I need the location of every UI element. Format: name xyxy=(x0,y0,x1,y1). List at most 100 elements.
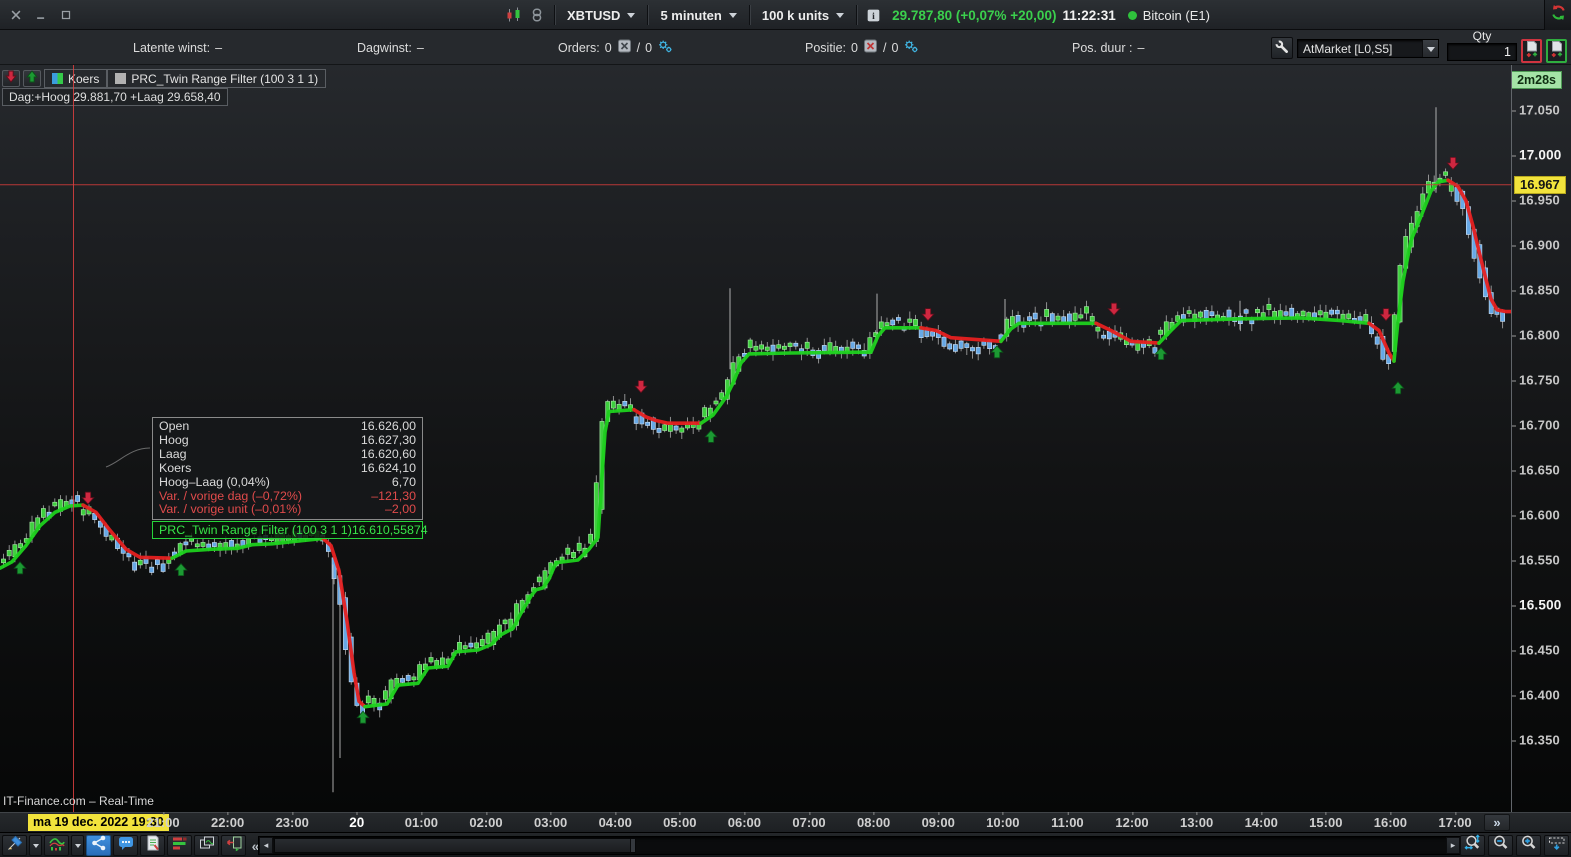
detach-tool-button[interactable] xyxy=(221,835,246,856)
position-duration-value: – xyxy=(1137,40,1145,55)
indicator-tab-icon xyxy=(115,73,127,84)
svg-text:i: i xyxy=(872,11,875,22)
day-range-label: Dag:+Hoog 29.881,70 +Laag 29.658,40 xyxy=(2,88,228,106)
divider xyxy=(647,5,649,25)
time-axis-label: 17:00 xyxy=(1438,812,1472,830)
scroll-forward-button[interactable]: » xyxy=(1484,814,1510,831)
chat-tool-button[interactable] xyxy=(113,835,138,856)
draw-tool-dropdown[interactable] xyxy=(29,835,42,856)
time-axis-label: 08:00 xyxy=(856,812,891,830)
detach-tool-icon xyxy=(225,834,243,857)
scrollbar-thumb[interactable] xyxy=(274,838,636,853)
tooltip-row: Koers 16.624,10 xyxy=(153,460,422,476)
scroll-right-arrow[interactable]: ▸ xyxy=(1446,837,1460,854)
quantity-input[interactable] xyxy=(1447,43,1517,61)
slash: / xyxy=(636,40,641,55)
refresh-button[interactable] xyxy=(1544,0,1571,30)
minimize-icon[interactable] xyxy=(33,7,49,23)
draw-tool-button[interactable] xyxy=(2,835,27,856)
tooltip-label: Var. / vorige dag (–0,72%) xyxy=(159,488,303,503)
time-axis-label: 12:00 xyxy=(1115,812,1149,830)
time-axis-label: 06:00 xyxy=(727,812,762,830)
scrollbar-grip[interactable] xyxy=(630,839,635,852)
price-axis-label: 16.750 xyxy=(1512,372,1560,388)
symbol-dropdown[interactable]: XBTUSD xyxy=(561,0,641,30)
time-axis-label: 23:00 xyxy=(275,812,309,830)
price-axis-label: 16.500 xyxy=(1512,597,1562,613)
order-settings-button[interactable] xyxy=(1271,37,1293,59)
trading-app-window: XBTUSD 5 minuten 100 k units i 29.787,80… xyxy=(0,0,1571,857)
units-dropdown[interactable]: 100 k units xyxy=(756,0,850,30)
position-settings-icon[interactable] xyxy=(903,38,919,57)
orders-open-count: 0 xyxy=(604,40,612,55)
position-status: Positie: 0 / 0 xyxy=(805,30,919,65)
tooltip-row: Hoog–Laag (0,04%) 6,70 xyxy=(153,475,422,490)
price-axis[interactable]: 17.050 17.000 16.950 16.900 16.850 16.800 16.7… xyxy=(1511,65,1571,812)
units-label: 100 k units xyxy=(761,7,830,23)
last-price-change: 29.787,80 (+0,07% +20,00) xyxy=(892,7,1057,23)
zoom-out-icon xyxy=(1492,834,1510,857)
scroll-left-arrow[interactable]: ◂ xyxy=(259,837,273,854)
indicator-tool-icon xyxy=(48,834,66,857)
zoom-in-icon xyxy=(1520,834,1538,857)
candlestick-icon xyxy=(505,6,523,24)
time-axis-label: 07:00 xyxy=(792,812,826,830)
price-axis-label: 16.350 xyxy=(1512,732,1560,748)
chart-tabs: Koers PRC_Twin Range Filter (100 3 1 1) xyxy=(2,69,327,88)
current-price-badge: 16.967 xyxy=(1514,175,1566,194)
tooltip-label: Var. / vorige unit (–0,01%) xyxy=(159,502,302,517)
indicator-tool-button[interactable] xyxy=(44,835,69,856)
tooltip-value: 16.624,10 xyxy=(360,460,416,475)
top-bar: XBTUSD 5 minuten 100 k units i 29.787,80… xyxy=(0,0,1571,30)
link-icon[interactable] xyxy=(529,6,545,24)
indicator-value: 16.610,55874 xyxy=(351,523,428,537)
candle-width-button[interactable] xyxy=(1544,835,1569,856)
horizontal-scrollbar[interactable]: ◂ ▸ xyxy=(258,836,1461,855)
tab-container: Koers PRC_Twin Range Filter (100 3 1 1) xyxy=(44,69,327,88)
tooltip-row: Open 16.626,00 xyxy=(153,419,422,434)
order-type-select[interactable]: AtMarket [L0,S5] xyxy=(1297,39,1439,58)
sell-marker-button[interactable] xyxy=(2,70,20,87)
windows-tool-icon xyxy=(198,834,216,857)
tab-koers[interactable]: Koers xyxy=(44,69,108,88)
time-axis[interactable]: ma 19 dec. 2022 19:30 » 21:00 22:00 23:00 2… xyxy=(0,812,1571,832)
tab-label: PRC_Twin Range Filter (100 3 1 1) xyxy=(131,71,319,86)
info-icon[interactable]: i xyxy=(866,8,881,23)
chevron-down-icon[interactable] xyxy=(1422,40,1438,57)
indicator-name: PRC_Twin Range Filter (100 3 1 1) xyxy=(159,523,352,537)
price-axis-label: 16.550 xyxy=(1512,552,1560,568)
buy-marker-button[interactable] xyxy=(23,69,41,87)
zoom-out-button[interactable] xyxy=(1488,835,1513,856)
chat-tool-icon xyxy=(117,834,135,857)
time-axis-label: 15:00 xyxy=(1309,812,1343,830)
maximize-icon[interactable] xyxy=(58,7,74,23)
indicator-tool-dropdown[interactable] xyxy=(71,835,84,856)
news-tool-button[interactable] xyxy=(140,835,165,856)
zoom-in-button[interactable] xyxy=(1516,835,1541,856)
crosshair-vertical-line xyxy=(73,65,74,812)
price-axis-label: 16.650 xyxy=(1512,462,1560,478)
tooltip-label: Laag xyxy=(159,446,187,461)
timeframe-dropdown[interactable]: 5 minuten xyxy=(654,0,742,30)
share-tool-button[interactable] xyxy=(86,835,111,856)
close-position-icon[interactable] xyxy=(863,38,878,57)
windows-tool-button[interactable] xyxy=(194,835,219,856)
orders-tool-button[interactable] xyxy=(167,835,192,856)
price-axis-label: 16.450 xyxy=(1512,642,1560,658)
tab-indicator[interactable]: PRC_Twin Range Filter (100 3 1 1) xyxy=(107,69,327,88)
time-axis-label: 13:00 xyxy=(1179,812,1214,830)
buy-order-button[interactable] xyxy=(1546,39,1567,63)
cancel-orders-icon[interactable] xyxy=(617,38,632,57)
tooltip-value: 16.627,30 xyxy=(360,432,416,447)
position-duration-label: Pos. duur : xyxy=(1072,40,1133,55)
zoom-pan-button[interactable] xyxy=(1460,834,1485,856)
trading-bar: Latente winst: – Dagwinst: – Orders: 0 /… xyxy=(0,29,1571,65)
orders-settings-icon[interactable] xyxy=(657,38,673,57)
day-profit: Dagwinst: – xyxy=(357,30,424,65)
close-icon[interactable] xyxy=(8,7,24,23)
latent-profit-label: Latente winst: xyxy=(133,40,211,55)
sell-order-button[interactable] xyxy=(1521,39,1542,63)
quantity-group: Qty xyxy=(1447,29,1517,61)
orders-label: Orders: xyxy=(558,40,600,55)
position-label: Positie: xyxy=(805,40,846,55)
